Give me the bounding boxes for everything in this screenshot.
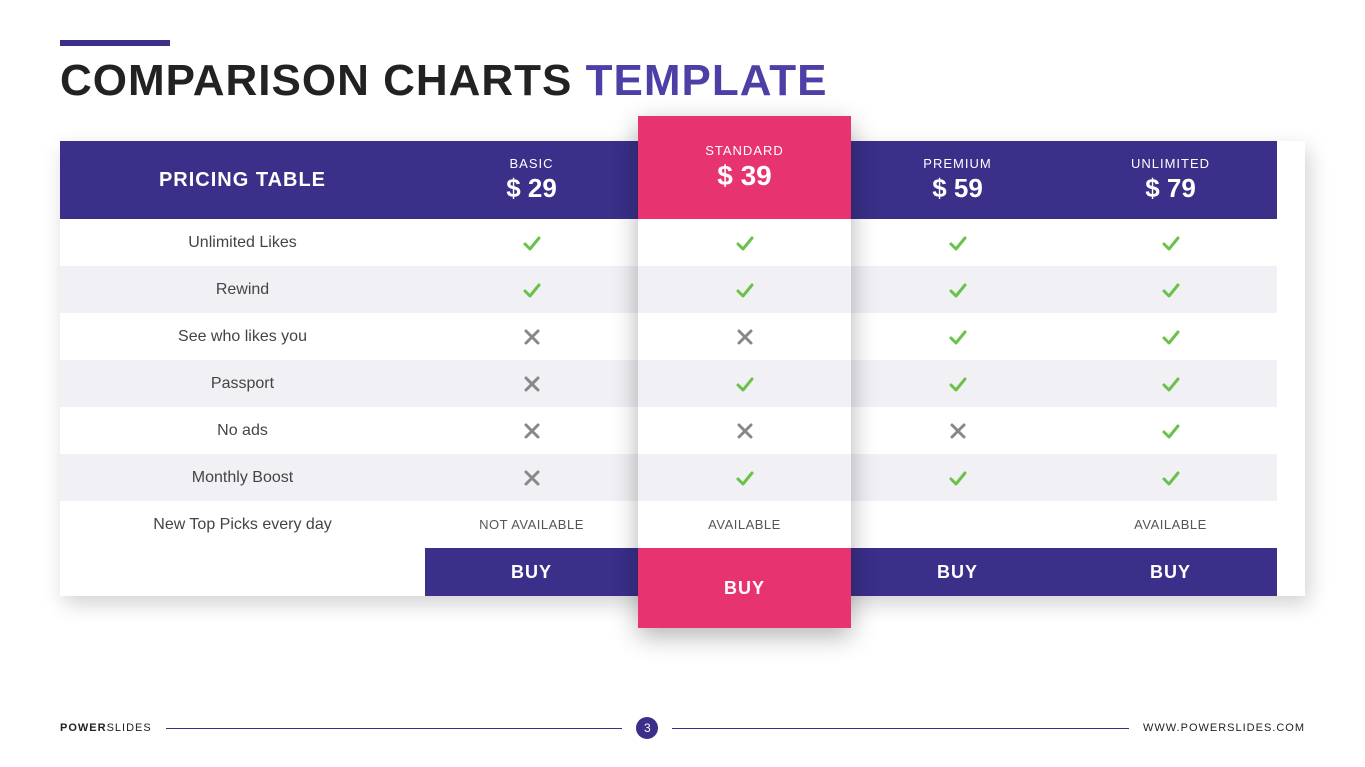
x-icon xyxy=(733,419,757,443)
footer: POWERSLIDES 3 WWW.POWERSLIDES.COM xyxy=(60,717,1305,739)
feature-cell xyxy=(638,313,851,360)
feature-cell xyxy=(425,313,638,360)
x-icon xyxy=(520,419,544,443)
x-icon xyxy=(520,372,544,396)
buy-button-premium[interactable]: BUY xyxy=(851,548,1064,596)
check-icon xyxy=(946,231,970,255)
feature-cell xyxy=(425,454,638,501)
x-icon xyxy=(946,419,970,443)
plan-header-basic: BASIC $ 29 xyxy=(425,141,638,219)
check-icon xyxy=(946,466,970,490)
feature-label: No ads xyxy=(60,407,425,454)
feature-label: Rewind xyxy=(60,266,425,313)
feature-label: Passport xyxy=(60,360,425,407)
plan-header-standard: STANDARD $ 39 xyxy=(638,116,851,219)
feature-cell xyxy=(425,407,638,454)
x-icon xyxy=(520,466,544,490)
feature-cell xyxy=(1064,266,1277,313)
check-icon xyxy=(733,231,757,255)
plan-name: UNLIMITED xyxy=(1131,156,1210,171)
feature-cell xyxy=(638,219,851,266)
feature-cell xyxy=(851,454,1064,501)
page-title: COMPARISON CHARTS TEMPLATE xyxy=(60,56,1305,106)
feature-cell xyxy=(1064,219,1277,266)
feature-cell xyxy=(638,266,851,313)
check-icon xyxy=(1159,419,1183,443)
feature-label: Unlimited Likes xyxy=(60,219,425,266)
feature-cell: AVAILABLE xyxy=(1064,501,1277,548)
feature-label: See who likes you xyxy=(60,313,425,360)
check-icon xyxy=(946,372,970,396)
pricing-table-header: PRICING TABLE xyxy=(60,141,425,219)
plan-price: $ 79 xyxy=(1145,173,1196,204)
feature-cell xyxy=(1064,360,1277,407)
footer-site: WWW.POWERSLIDES.COM xyxy=(1143,722,1305,734)
feature-cell: AVAILABLE xyxy=(638,501,851,548)
check-icon xyxy=(1159,372,1183,396)
x-icon xyxy=(733,325,757,349)
plan-name: STANDARD xyxy=(705,143,784,158)
check-icon xyxy=(733,466,757,490)
feature-cell xyxy=(638,454,851,501)
buy-spacer xyxy=(60,548,425,596)
cell-text: AVAILABLE xyxy=(1134,517,1207,532)
check-icon xyxy=(946,278,970,302)
plan-name: PREMIUM xyxy=(923,156,991,171)
feature-cell xyxy=(851,407,1064,454)
title-accent: TEMPLATE xyxy=(586,56,828,105)
feature-cell xyxy=(638,407,851,454)
feature-cell xyxy=(851,313,1064,360)
buy-button-unlimited[interactable]: BUY xyxy=(1064,548,1277,596)
check-icon xyxy=(733,372,757,396)
pricing-table: PRICING TABLE BASIC $ 29 STANDARD $ 39 PREMIU… xyxy=(60,141,1305,596)
feature-label: Monthly Boost xyxy=(60,454,425,501)
feature-cell: NOT AVAILABLE xyxy=(425,501,638,548)
feature-label: New Top Picks every day xyxy=(60,501,425,548)
check-icon xyxy=(1159,325,1183,349)
buy-button-standard[interactable]: BUY xyxy=(638,548,851,628)
check-icon xyxy=(1159,278,1183,302)
check-icon xyxy=(1159,466,1183,490)
plan-price: $ 29 xyxy=(506,173,557,204)
cell-text: AVAILABLE xyxy=(708,517,781,532)
cell-text: NOT AVAILABLE xyxy=(479,517,584,532)
buy-button-basic[interactable]: BUY xyxy=(425,548,638,596)
feature-cell xyxy=(425,360,638,407)
plan-price: $ 39 xyxy=(717,160,772,192)
check-icon xyxy=(946,325,970,349)
feature-cell xyxy=(851,501,1064,548)
footer-line-left xyxy=(166,728,623,729)
check-icon xyxy=(1159,231,1183,255)
footer-line-right xyxy=(672,728,1129,729)
plan-name: BASIC xyxy=(509,156,553,171)
check-icon xyxy=(520,231,544,255)
accent-bar xyxy=(60,40,170,46)
plan-header-premium: PREMIUM $ 59 xyxy=(851,141,1064,219)
highlighted-plan-column: STANDARD $ 39 AVAILABLE BUY xyxy=(638,116,851,628)
feature-cell xyxy=(1064,313,1277,360)
feature-cell xyxy=(425,219,638,266)
check-icon xyxy=(520,278,544,302)
footer-brand: POWERSLIDES xyxy=(60,722,152,734)
page-number: 3 xyxy=(636,717,658,739)
check-icon xyxy=(733,278,757,302)
feature-cell xyxy=(638,360,851,407)
feature-cell xyxy=(851,360,1064,407)
feature-cell xyxy=(1064,454,1277,501)
x-icon xyxy=(520,325,544,349)
feature-cell xyxy=(851,219,1064,266)
plan-price: $ 59 xyxy=(932,173,983,204)
plan-header-unlimited: UNLIMITED $ 79 xyxy=(1064,141,1277,219)
feature-cell xyxy=(425,266,638,313)
feature-cell xyxy=(1064,407,1277,454)
title-main: COMPARISON CHARTS xyxy=(60,56,572,105)
feature-cell xyxy=(851,266,1064,313)
